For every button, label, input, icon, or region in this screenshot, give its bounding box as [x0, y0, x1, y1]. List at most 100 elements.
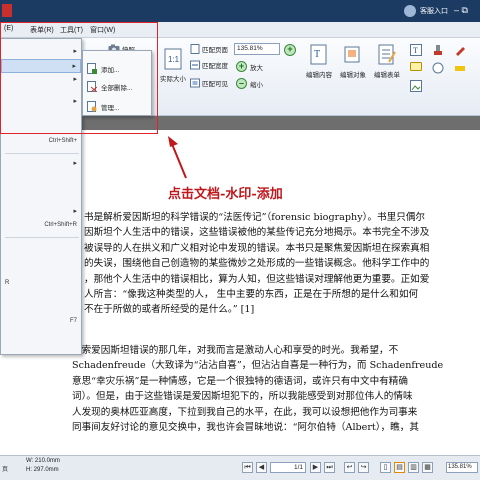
shape-tool-button[interactable] [432, 62, 444, 74]
svg-text:T: T [413, 46, 418, 55]
menu-row[interactable]: ▸ [1, 45, 81, 59]
fit-visible-icon [190, 78, 200, 88]
single-page-view-icon[interactable]: ▯ [380, 462, 391, 473]
edit-form-button[interactable]: 编辑表单 [370, 44, 404, 79]
edit-object-icon [344, 46, 360, 63]
menu-separator [5, 237, 79, 238]
fit-visible-button[interactable]: 匹配可见 [190, 78, 228, 88]
edit-object-button[interactable]: 编辑对象 [336, 44, 370, 79]
svg-text:1:1: 1:1 [168, 55, 180, 64]
customer-service-link[interactable]: 客服入口 [420, 6, 448, 16]
actual-size-button[interactable]: 1:1 实际大小 [156, 48, 190, 83]
menu-row[interactable]: R [1, 277, 81, 291]
menu-row[interactable] [1, 121, 81, 135]
text-line: 因斯坦个人生活中的错误，这些错误被他的某些传记充分地揭示。本书完全不涉及 [84, 227, 430, 239]
menu-row[interactable] [1, 241, 81, 255]
fit-page-button[interactable]: 匹配页面 [190, 44, 228, 54]
highlight-tool-button[interactable] [454, 62, 466, 74]
pen-icon [456, 47, 465, 56]
actual-size-icon: 1:1 [164, 48, 182, 70]
menu-row[interactable]: Ctrl+Shift+ [1, 135, 81, 149]
image-tool-button[interactable] [410, 80, 422, 92]
text-line: 人所言：“像我这种类型的人， 生中主要的东西，正是在于所想的是什么和如何 [84, 288, 419, 300]
zoom-in-icon: + [236, 61, 247, 72]
menu-row-watermark[interactable]: ▸ [1, 59, 81, 73]
menu-row[interactable]: Ctrl+Shift+R [1, 219, 81, 233]
menu-row[interactable]: ▸ [1, 73, 81, 87]
menu-row[interactable] [1, 189, 81, 203]
text-line: ，那他个人生活中的错误相比，算为人知，但这些错误对理解他更为重要。正如爱 [84, 273, 430, 285]
first-page-button[interactable]: ⏮ [242, 462, 253, 473]
user-avatar-icon[interactable] [404, 5, 416, 17]
text-line: Schadenfreude（大致译为“沾沾自喜”，但沾沾自喜是一种行为，而 Sc… [72, 360, 444, 372]
zoom-out-button[interactable]: – 缩小 [236, 78, 263, 89]
zoom-in-button[interactable]: + 放大 [236, 61, 263, 72]
menu-row[interactable]: ▸ [1, 205, 81, 219]
stamp-tool-button[interactable] [432, 44, 444, 56]
svg-text:T: T [314, 49, 320, 60]
text-line: 人发现的奥林匹亚高度，下拉到我自己的水平，在此，我可以设想把他作为司事来 [72, 406, 418, 418]
menu-window[interactable]: 窗口(W) [90, 25, 115, 35]
back-button[interactable]: ↩ [344, 462, 355, 473]
menu-separator [5, 153, 79, 154]
chevron-right-icon: ▸ [73, 98, 77, 105]
text-tool-button[interactable]: T [410, 44, 422, 56]
page-width-readout: W: 210.0mm [26, 458, 60, 464]
app-logo-icon [2, 4, 12, 17]
page-height-readout: H: 297.0mm [26, 467, 59, 473]
text-line: 的失误，围绕他自己创造物的某些微妙之处形成的一些错误概念。他科学工作中的 [84, 258, 430, 270]
page-number-input[interactable]: 1/1 [270, 462, 306, 473]
add-document-icon [87, 63, 97, 74]
menu-row[interactable]: ▸ [1, 95, 81, 109]
text-line: 探索爱因斯坦错误的那几年，对我而言是激动人心和享受的时光。我希望，不 [72, 345, 399, 356]
menu-row[interactable] [1, 293, 81, 307]
text-line: 被误导的人在拱义和广义相对论中发现的错误。本书只是聚焦爱因斯坦在探索真相 [84, 242, 430, 254]
menu-row[interactable]: F7 [1, 315, 81, 329]
menu-row[interactable]: ▸ [1, 157, 81, 171]
menu-edit[interactable]: (E) [4, 25, 13, 32]
edit-text-icon: T [310, 44, 327, 65]
chevron-right-icon: ▸ [73, 208, 77, 215]
watermark-add-item[interactable]: 添加... [87, 63, 119, 74]
zoom-plus-icon[interactable]: + [284, 44, 296, 56]
continuous-view-icon[interactable]: ▤ [394, 462, 405, 473]
menu-row[interactable] [1, 335, 81, 349]
chevron-right-icon: ▸ [73, 160, 77, 167]
image-icon [410, 80, 422, 92]
menu-tools[interactable]: 工具(T) [60, 25, 83, 35]
zoom-out-icon: – [236, 78, 247, 89]
text-line: 词）。但是，由于这些错误是爱因斯坦犯下的，所以我能感受到对那位伟人的情味 [72, 391, 413, 403]
annotation-instruction: 点击文档-水印-添加 [168, 187, 283, 202]
text-line: 不在于所做的或者所经受的是什么。” [1] [84, 304, 255, 316]
menu-form[interactable]: 表单(R) [30, 25, 54, 35]
prev-page-button[interactable]: ◀ [256, 462, 267, 473]
chevron-right-icon: ▸ [72, 63, 76, 70]
watermark-remove-all-item[interactable]: 全部删除... [87, 81, 132, 92]
text-line: 书是解析爱因斯坦的科学错误的“法医传记”（forensic biography）… [84, 212, 426, 223]
highlighter-icon [455, 66, 465, 71]
status-bar: 页 W: 210.0mm H: 297.0mm ⏮ ◀ ▶ ⏭ ↩ ↪ ▯ ▤ … [0, 455, 480, 480]
fit-width-button[interactable]: 匹配宽度 [190, 60, 228, 70]
manage-document-icon [87, 101, 97, 112]
menu-row[interactable] [1, 257, 81, 271]
status-zoom-input[interactable]: 135.81% [446, 462, 478, 473]
last-page-button[interactable]: ⏭ [324, 462, 335, 473]
comment-tool-button[interactable] [410, 62, 422, 74]
edit-form-icon [378, 44, 396, 65]
text-box-icon: T [410, 44, 422, 56]
menu-row[interactable] [1, 175, 81, 189]
next-page-button[interactable]: ▶ [310, 462, 321, 473]
window-controls[interactable]: – ⧉ [454, 5, 468, 16]
cover-view-icon[interactable]: ▦ [422, 462, 433, 473]
watermark-manage-item[interactable]: 管理... [87, 101, 119, 112]
annotation-arrow-icon [168, 136, 187, 179]
facing-view-icon[interactable]: ▥ [408, 462, 419, 473]
text-line: 意思“幸灾乐祸”是一种情感，它是一个很独特的德语词，或许只有中文中有精确 [72, 375, 408, 387]
zoom-input[interactable]: 135.81% [234, 43, 280, 55]
forward-button[interactable]: ↪ [358, 462, 369, 473]
document-paragraph-1: 书是解析爱因斯坦的科学错误的“法医传记”（forensic biography）… [84, 210, 480, 318]
pen-tool-button[interactable] [454, 44, 466, 56]
status-label: 页 [2, 467, 9, 473]
menu-bar: (E) 表单(R) 工具(T) 窗口(W) [0, 22, 480, 38]
edit-content-button[interactable]: T 编辑内容 [302, 44, 336, 79]
